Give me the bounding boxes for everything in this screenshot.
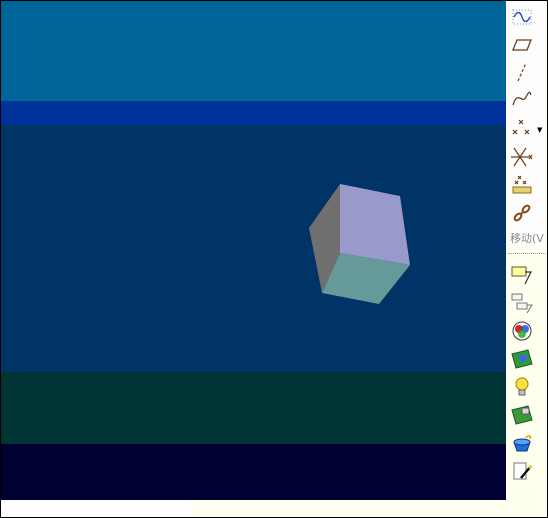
spline-icon[interactable] <box>509 87 535 111</box>
cube-model[interactable] <box>1 1 506 500</box>
color-wheel-icon[interactable] <box>509 319 535 343</box>
edit-document-icon[interactable] <box>509 459 535 483</box>
connect-icon[interactable] <box>509 201 535 225</box>
image-map-icon[interactable] <box>509 403 535 427</box>
cube-top-face <box>340 184 410 265</box>
light-bulb-icon[interactable] <box>509 375 535 399</box>
hierarchy-icon[interactable] <box>509 291 535 315</box>
plane-icon[interactable] <box>509 33 535 57</box>
application-window: ▼ 移动(V <box>0 0 548 518</box>
attribute-edit-icon[interactable] <box>509 263 535 287</box>
side-toolbar: ▼ 移动(V <box>506 1 547 517</box>
project-points-icon[interactable] <box>509 173 535 197</box>
line-icon[interactable] <box>509 60 535 84</box>
texture-map-icon[interactable] <box>509 347 535 371</box>
points-dropdown-arrow[interactable]: ▼ <box>537 127 542 134</box>
intersect-points-icon[interactable] <box>509 145 535 169</box>
status-bar-right <box>193 500 547 517</box>
toolbar-separator <box>508 253 546 254</box>
status-bar-left <box>1 500 193 517</box>
3d-viewport[interactable] <box>1 1 506 500</box>
surface-curve-icon[interactable] <box>509 5 535 29</box>
paint-bucket-icon[interactable] <box>509 431 535 455</box>
move-label: 移动(V <box>510 232 544 245</box>
points-icon[interactable] <box>509 116 535 140</box>
